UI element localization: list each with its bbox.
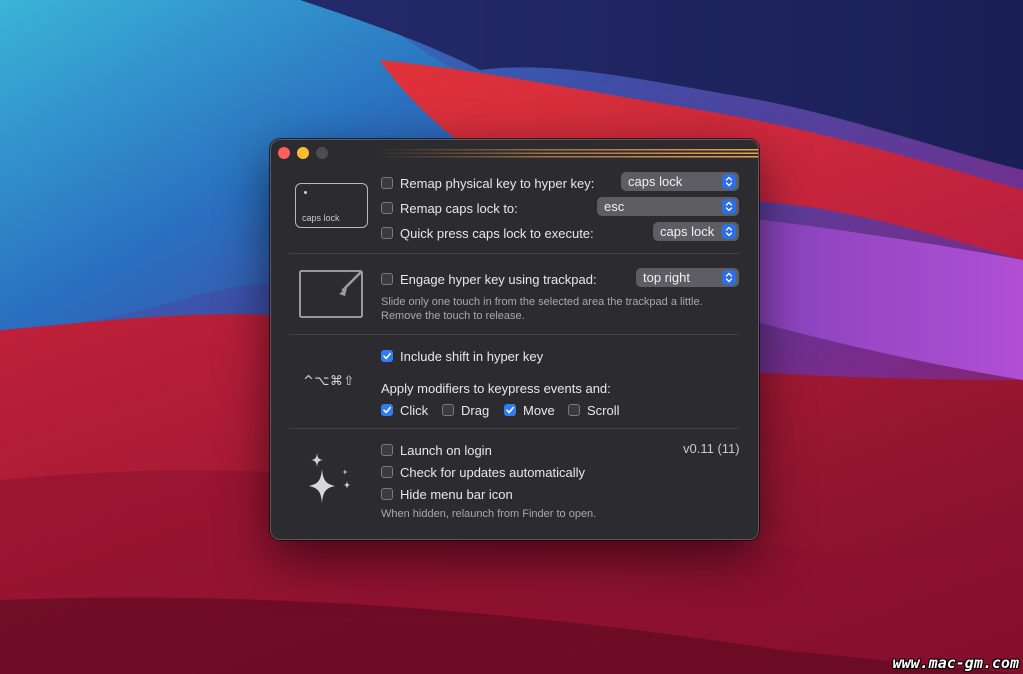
hide-menu-icon-row[interactable]: Hide menu bar icon bbox=[381, 484, 513, 504]
modifier-option-click[interactable]: Click bbox=[381, 400, 428, 420]
checkmark-icon bbox=[383, 352, 391, 360]
launch-on-login-checkbox[interactable] bbox=[381, 444, 393, 456]
launch-on-login-row[interactable]: Launch on login bbox=[381, 440, 492, 460]
quick-press-row[interactable]: Quick press caps lock to execute: bbox=[381, 223, 594, 243]
remap-caps-checkbox[interactable] bbox=[381, 202, 393, 214]
trackpad-note-line1: Slide only one touch in from the selecte… bbox=[381, 296, 703, 308]
hyperkey-settings-window: caps lock Remap physical key to hyper ke… bbox=[270, 139, 759, 540]
scroll-label: Scroll bbox=[587, 402, 620, 418]
trackpad-corner-icon bbox=[299, 270, 363, 318]
hidden-relaunch-note: When hidden, relaunch from Finder to ope… bbox=[381, 508, 597, 520]
drag-label: Drag bbox=[461, 402, 490, 418]
modifier-option-scroll[interactable]: Scroll bbox=[568, 400, 620, 420]
apply-modifiers-label: Apply modifiers to keypress events and: bbox=[381, 380, 611, 396]
check-updates-checkbox[interactable] bbox=[381, 466, 393, 478]
remap-physical-value: caps lock bbox=[628, 174, 683, 189]
remap-caps-label: Remap caps lock to: bbox=[400, 200, 518, 216]
trackpad-row[interactable]: Engage hyper key using trackpad: bbox=[381, 269, 597, 289]
include-shift-checkbox[interactable] bbox=[381, 350, 393, 362]
version-label: v0.11 (11) bbox=[683, 441, 740, 456]
updown-chevron-icon bbox=[722, 270, 736, 285]
modifier-keys-icon: ^⌥⌘⇧ bbox=[303, 374, 355, 389]
updown-chevron-icon bbox=[722, 174, 736, 189]
caps-lock-key-label: caps lock bbox=[302, 213, 340, 223]
updown-chevron-icon bbox=[722, 199, 736, 214]
title-bar[interactable] bbox=[271, 140, 758, 166]
minimize-button[interactable] bbox=[297, 147, 309, 159]
section-divider bbox=[289, 253, 739, 254]
zoom-button[interactable] bbox=[316, 147, 328, 159]
section-divider bbox=[289, 334, 739, 335]
sparkle-icon bbox=[308, 453, 351, 504]
remap-caps-row[interactable]: Remap caps lock to: bbox=[381, 198, 518, 218]
trackpad-area-popup[interactable]: top right bbox=[636, 268, 739, 287]
quick-press-popup[interactable]: caps lock bbox=[653, 222, 739, 241]
quick-press-value: caps lock bbox=[660, 224, 715, 239]
check-updates-row[interactable]: Check for updates automatically bbox=[381, 462, 585, 482]
trackpad-label: Engage hyper key using trackpad: bbox=[400, 271, 597, 287]
title-bar-stripes bbox=[371, 149, 758, 158]
updown-chevron-icon bbox=[722, 224, 736, 239]
include-shift-label: Include shift in hyper key bbox=[400, 348, 544, 364]
include-shift-row[interactable]: Include shift in hyper key bbox=[381, 346, 543, 366]
remap-physical-popup[interactable]: caps lock bbox=[621, 172, 739, 191]
remap-physical-checkbox[interactable] bbox=[381, 177, 393, 189]
caps-lock-key-icon: caps lock bbox=[295, 183, 368, 228]
trackpad-area-value: top right bbox=[643, 270, 690, 285]
click-label: Click bbox=[400, 402, 429, 418]
scroll-checkbox[interactable] bbox=[568, 404, 580, 416]
section-divider bbox=[289, 428, 739, 429]
trackpad-checkbox[interactable] bbox=[381, 273, 393, 285]
quick-press-label: Quick press caps lock to execute: bbox=[400, 225, 594, 241]
move-checkbox[interactable] bbox=[504, 404, 516, 416]
watermark: www.mac-gm.com bbox=[892, 654, 1019, 672]
trackpad-note-line2: Remove the touch to release. bbox=[381, 310, 525, 322]
remap-physical-row[interactable]: Remap physical key to hyper key: bbox=[381, 173, 594, 193]
remap-caps-popup[interactable]: esc bbox=[597, 197, 739, 216]
remap-physical-label: Remap physical key to hyper key: bbox=[400, 175, 595, 191]
close-button[interactable] bbox=[278, 147, 290, 159]
drag-checkbox[interactable] bbox=[442, 404, 454, 416]
checkmark-icon bbox=[506, 406, 514, 414]
launch-on-login-label: Launch on login bbox=[400, 442, 492, 458]
caps-lock-indicator-dot bbox=[304, 191, 307, 194]
hide-menu-icon-label: Hide menu bar icon bbox=[400, 486, 513, 502]
hide-menu-icon-checkbox[interactable] bbox=[381, 488, 393, 500]
modifier-option-drag[interactable]: Drag bbox=[442, 400, 489, 420]
click-checkbox[interactable] bbox=[381, 404, 393, 416]
remap-caps-value: esc bbox=[604, 199, 625, 214]
move-label: Move bbox=[523, 402, 555, 418]
modifier-option-move[interactable]: Move bbox=[504, 400, 555, 420]
quick-press-checkbox[interactable] bbox=[381, 227, 393, 239]
checkmark-icon bbox=[383, 406, 391, 414]
check-updates-label: Check for updates automatically bbox=[400, 464, 585, 480]
